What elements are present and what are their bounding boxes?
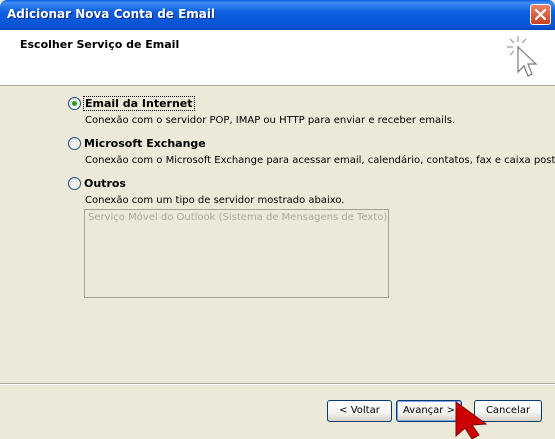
option-other-label[interactable]: Outros	[84, 177, 126, 190]
radio-microsoft-exchange[interactable]	[68, 137, 81, 150]
option-internet-email-label[interactable]: Email da Internet	[83, 96, 195, 111]
list-item: Serviço Móvel do Outlook (Sistema de Men…	[88, 212, 388, 223]
add-email-account-dialog: Adicionar Nova Conta de Email Escolher S…	[0, 0, 555, 439]
wizard-header: Escolher Serviço de Email	[0, 30, 555, 86]
option-other[interactable]: Outros	[68, 177, 126, 190]
button-separator	[0, 383, 555, 385]
close-button[interactable]	[530, 4, 551, 25]
other-services-list: Serviço Móvel do Outlook (Sistema de Men…	[84, 209, 389, 298]
title-bar[interactable]: Adicionar Nova Conta de Email	[0, 0, 555, 30]
option-microsoft-exchange-label[interactable]: Microsoft Exchange	[84, 137, 206, 150]
wizard-cursor-sparkle-icon	[507, 36, 538, 77]
radio-internet-email[interactable]	[68, 97, 81, 110]
radio-other[interactable]	[68, 177, 81, 190]
close-icon	[535, 9, 546, 20]
option-other-description: Conexão com um tipo de servidor mostrado…	[85, 195, 345, 206]
option-internet-email[interactable]: Email da Internet	[68, 96, 195, 111]
option-microsoft-exchange[interactable]: Microsoft Exchange	[68, 137, 206, 150]
window-title: Adicionar Nova Conta de Email	[7, 7, 216, 21]
option-internet-email-description: Conexão com o servidor POP, IMAP ou HTTP…	[85, 115, 456, 126]
option-microsoft-exchange-description: Conexão com o Microsoft Exchange para ac…	[85, 155, 555, 166]
mouse-pointer-icon	[455, 401, 488, 439]
page-title: Escolher Serviço de Email	[20, 38, 180, 51]
back-button[interactable]: < Voltar	[327, 400, 392, 422]
